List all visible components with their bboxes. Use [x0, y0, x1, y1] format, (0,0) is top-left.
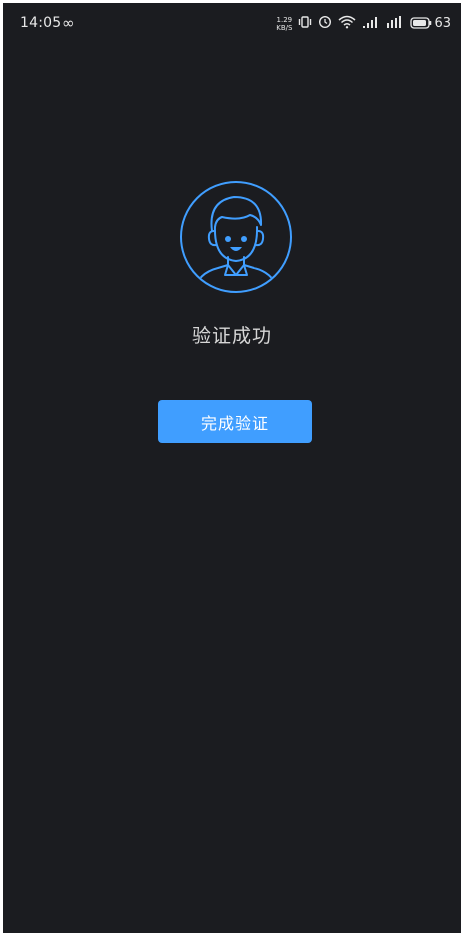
- network-speed: 1.29 KB/S: [276, 16, 292, 32]
- alarm-icon: [318, 14, 332, 33]
- status-time: 14:05: [20, 15, 62, 31]
- network-speed-unit: KB/S: [276, 23, 293, 32]
- infinity-icon: ∞: [62, 14, 75, 32]
- app-screen: 14:05 ∞ 1.29 KB/S 63 验证成功 完成验证: [3, 3, 461, 933]
- battery-icon: [410, 14, 432, 33]
- network-speed-value: 1.29: [276, 15, 293, 24]
- user-avatar-icon: [178, 179, 294, 295]
- battery: 63: [410, 14, 451, 33]
- wifi-icon: [338, 14, 356, 33]
- complete-verification-button[interactable]: 完成验证: [158, 400, 312, 443]
- verification-result-text: 验证成功: [191, 325, 272, 347]
- vibrate-icon: [298, 14, 312, 33]
- battery-level: 63: [434, 16, 451, 31]
- status-bar: 14:05 ∞ 1.29 KB/S 63: [3, 3, 461, 45]
- status-icons: 1.29 KB/S 63: [276, 14, 451, 33]
- signal-icon-secondary: [386, 14, 404, 33]
- signal-icon: [362, 14, 380, 33]
